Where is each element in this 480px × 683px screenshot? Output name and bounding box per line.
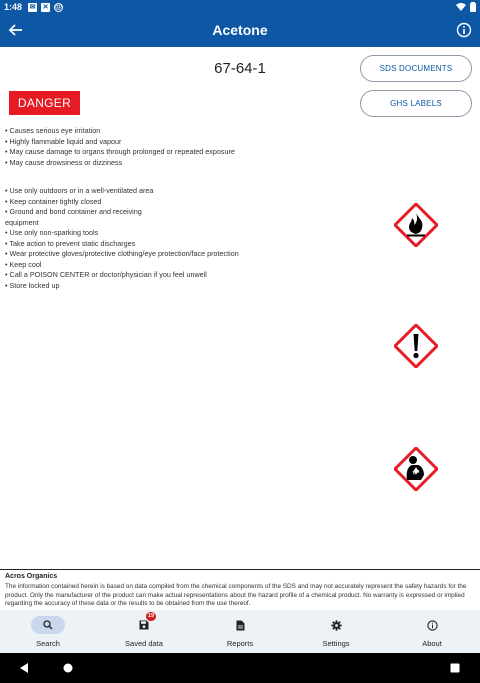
app-screen: 1:48 ✉ ✕ @ Acetone 67-64-1 SDS DOCUMENTS… bbox=[0, 0, 480, 683]
bottom-navigation: Search 19 Saved data Reports Settings Ab… bbox=[0, 610, 480, 653]
saved-count-badge: 19 bbox=[146, 612, 156, 621]
system-home-icon[interactable] bbox=[63, 663, 73, 673]
nav-item-search[interactable]: Search bbox=[0, 610, 96, 653]
nav-item-about[interactable]: About bbox=[384, 610, 480, 653]
nav-label: Settings bbox=[322, 639, 350, 648]
x-notification-icon: ✕ bbox=[41, 2, 51, 12]
precaution-statement: • Wear protective gloves/protective clot… bbox=[5, 249, 239, 258]
battery-icon bbox=[470, 2, 476, 12]
precaution-statement: • Call a POISON CENTER or doctor/physici… bbox=[5, 270, 207, 279]
at-sign-icon: @ bbox=[54, 2, 64, 12]
hazard-statement: • May cause damage to organs through pro… bbox=[5, 147, 235, 156]
flame-pictogram-icon bbox=[394, 203, 438, 247]
sds-documents-button[interactable]: SDS DOCUMENTS bbox=[360, 55, 472, 82]
hazard-statements: • Causes serious eye irritation • Highly… bbox=[5, 126, 345, 168]
nav-icon-container bbox=[31, 616, 65, 634]
health-hazard-pictogram-icon bbox=[394, 447, 438, 491]
status-bar: 1:48 ✉ ✕ @ bbox=[0, 0, 480, 14]
nav-icon-container: 19 bbox=[127, 612, 161, 634]
precaution-statement: • Ground and bond container and receivin… bbox=[5, 207, 142, 216]
info-icon bbox=[426, 619, 438, 631]
precaution-statement: • Keep cool bbox=[5, 259, 42, 269]
nav-item-saved-data[interactable]: 19 Saved data bbox=[96, 610, 192, 653]
precautionary-statements: • Use only outdoors or in a well-ventila… bbox=[5, 186, 345, 291]
document-icon bbox=[236, 620, 244, 630]
precaution-statement: • Use only non-sparking tools bbox=[5, 228, 99, 237]
hazard-statement: • May cause drowsiness or dizziness bbox=[5, 157, 123, 167]
save-icon bbox=[139, 620, 149, 630]
disclaimer-text: The information contained herein is base… bbox=[5, 583, 467, 608]
search-icon bbox=[43, 620, 53, 630]
app-bar: Acetone bbox=[0, 14, 480, 47]
supplier-name: Acros Organics bbox=[5, 573, 58, 580]
nav-icon-container bbox=[415, 616, 449, 634]
exclamation-pictogram-icon bbox=[394, 324, 438, 368]
ghs-labels-button[interactable]: GHS LABELS bbox=[360, 90, 472, 117]
system-navigation-bar bbox=[0, 653, 480, 683]
info-icon[interactable] bbox=[456, 22, 472, 38]
mail-icon: ✉ bbox=[28, 2, 38, 12]
status-time: 1:48 bbox=[4, 2, 23, 12]
cas-number: 67-64-1 bbox=[214, 60, 266, 77]
precaution-statement: • Keep container tightly closed bbox=[5, 196, 102, 206]
precaution-statement: • Store locked up bbox=[5, 280, 60, 290]
hazard-statement: • Causes serious eye irritation bbox=[5, 126, 101, 135]
nav-icon-container bbox=[223, 616, 257, 634]
page-title: Acetone bbox=[212, 22, 268, 38]
system-back-icon[interactable] bbox=[18, 662, 30, 674]
nav-icon-container bbox=[319, 616, 353, 634]
nav-label: About bbox=[422, 639, 442, 648]
precaution-statement: equipment bbox=[5, 217, 39, 227]
precaution-statement: • Use only outdoors or in a well-ventila… bbox=[5, 186, 154, 195]
nav-label: Search bbox=[36, 639, 60, 648]
nav-label: Saved data bbox=[125, 639, 163, 648]
hazard-statement: • Highly flammable liquid and vapour bbox=[5, 136, 122, 146]
nav-item-reports[interactable]: Reports bbox=[192, 610, 288, 653]
wifi-icon bbox=[456, 2, 466, 11]
nav-item-settings[interactable]: Settings bbox=[288, 610, 384, 653]
footer-divider bbox=[0, 569, 480, 570]
precaution-statement: • Take action to prevent static discharg… bbox=[5, 238, 136, 248]
system-recents-icon[interactable] bbox=[450, 663, 460, 673]
gear-icon bbox=[330, 619, 342, 631]
nav-label: Reports bbox=[226, 639, 254, 648]
signal-word-badge: DANGER bbox=[9, 91, 80, 115]
